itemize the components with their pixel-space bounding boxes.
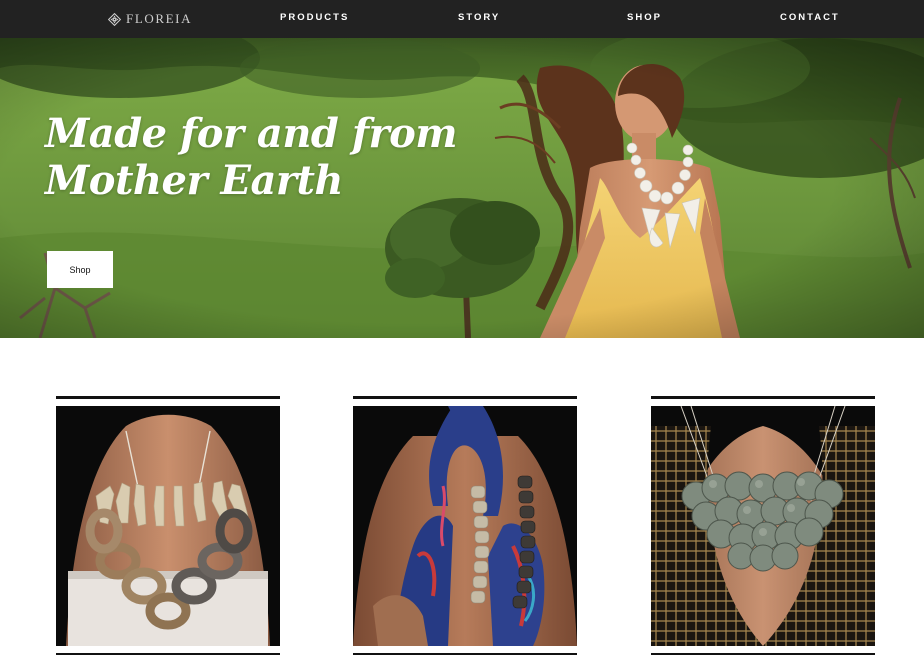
nav-story-link[interactable]: STORY (458, 12, 500, 23)
logo-text: FLOREIA (126, 11, 193, 26)
nav-shop-link[interactable]: SHOP (627, 12, 662, 23)
product-divider-bottom (56, 653, 280, 655)
coral-and-ring-chain-necklace-photo (56, 406, 280, 646)
silver-disc-bib-necklace-photo (651, 406, 875, 646)
hero-headline: Made for and from Mother Earth (45, 110, 505, 204)
product-card-scarf-necklace[interactable] (353, 396, 577, 664)
diamond-lotus-icon (108, 12, 121, 26)
scarf-and-bead-necklace-photo (353, 406, 577, 646)
product-image[interactable] (651, 406, 875, 646)
hero-headline-line-2: Mother Earth (45, 157, 344, 204)
nav-products-link[interactable]: PRODUCTS (280, 12, 349, 23)
nav-contact-link[interactable]: CONTACT (780, 12, 840, 23)
logo[interactable]: FLOREIA (108, 10, 192, 28)
product-divider-top (56, 396, 280, 399)
product-divider-top (651, 396, 875, 399)
product-card-coral-necklace[interactable] (56, 396, 280, 664)
product-divider-bottom (353, 653, 577, 655)
product-image[interactable] (353, 406, 577, 646)
hero-shop-button[interactable]: Shop (47, 251, 113, 288)
top-nav: FLOREIA PRODUCTS STORY SHOP CONTACT (0, 0, 924, 38)
product-divider-bottom (651, 653, 875, 655)
hero-banner: Made for and from Mother Earth Shop (0, 38, 924, 338)
hero-headline-line-1: Made for and from (45, 110, 458, 157)
product-divider-top (353, 396, 577, 399)
product-image[interactable] (56, 406, 280, 646)
product-card-disc-necklace[interactable] (651, 396, 875, 664)
